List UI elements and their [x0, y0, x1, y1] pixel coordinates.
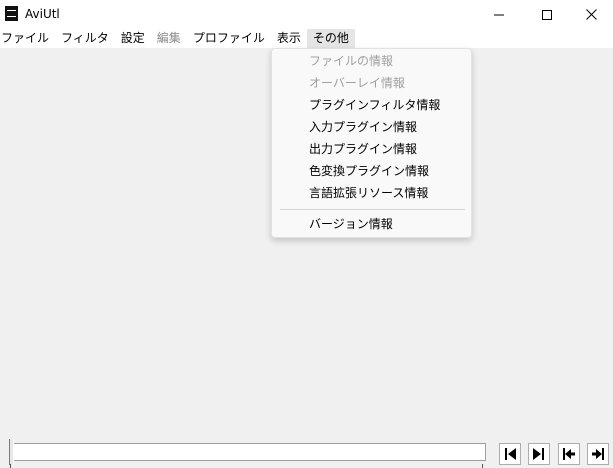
go-to-end-button[interactable] — [587, 443, 609, 465]
menu-item-output-plugin-info[interactable]: 出力プラグイン情報 — [309, 138, 417, 160]
close-icon — [585, 9, 597, 20]
menu-edit[interactable]: 編集 — [151, 29, 187, 48]
minimize-icon — [494, 14, 504, 15]
close-button[interactable] — [568, 0, 613, 29]
seek-handle[interactable] — [9, 439, 14, 465]
menu-item-color-conversion-plugin-info[interactable]: 色変換プラグイン情報 — [309, 160, 429, 182]
window-title: AviUtl — [25, 7, 60, 21]
maximize-button[interactable] — [524, 0, 570, 29]
next-frame-button[interactable] — [528, 443, 550, 465]
seek-tick-end — [482, 464, 483, 468]
seek-bar[interactable] — [10, 443, 486, 461]
menu-profile[interactable]: プロファイル — [187, 29, 271, 48]
menu-settings[interactable]: 設定 — [115, 29, 151, 48]
menu-item-language-resource-info[interactable]: 言語拡張リソース情報 — [309, 182, 428, 204]
menu-view[interactable]: 表示 — [271, 29, 307, 48]
menu-bar: ファイル フィルタ 設定 編集 プロファイル 表示 その他 — [0, 29, 613, 48]
seek-tick-start — [10, 464, 11, 468]
next-frame-icon — [533, 448, 544, 460]
menu-item-plugin-filter-info[interactable]: プラグインフィルタ情報 — [309, 94, 440, 116]
go-to-start-icon — [563, 448, 575, 460]
go-to-end-icon — [592, 448, 604, 460]
go-to-start-button[interactable] — [558, 443, 580, 465]
menu-item-input-plugin-info[interactable]: 入力プラグイン情報 — [309, 116, 417, 138]
minimize-button[interactable] — [476, 0, 522, 29]
prev-frame-button[interactable] — [499, 443, 521, 465]
menu-item-overlay-info[interactable]: オーバーレイ情報 — [309, 72, 405, 94]
prev-frame-icon — [505, 448, 516, 460]
menu-item-version-info[interactable]: バージョン情報 — [309, 213, 393, 235]
menu-filter[interactable]: フィルタ — [55, 29, 115, 48]
maximize-icon — [542, 9, 552, 20]
menu-other[interactable]: その他 — [306, 29, 355, 48]
menu-separator — [280, 209, 465, 210]
menu-item-file-info[interactable]: ファイルの情報 — [309, 50, 393, 72]
film-strip-icon[interactable] — [5, 6, 18, 21]
app-window: AviUtl ファイル フィルタ 設定 編集 プロファイル 表示 その他 ファイ… — [0, 0, 613, 468]
title-bar[interactable]: AviUtl — [0, 0, 613, 29]
menu-file[interactable]: ファイル — [0, 29, 55, 48]
other-menu-dropdown: ファイルの情報 オーバーレイ情報 プラグインフィルタ情報 入力プラグイン情報 出… — [271, 48, 472, 238]
